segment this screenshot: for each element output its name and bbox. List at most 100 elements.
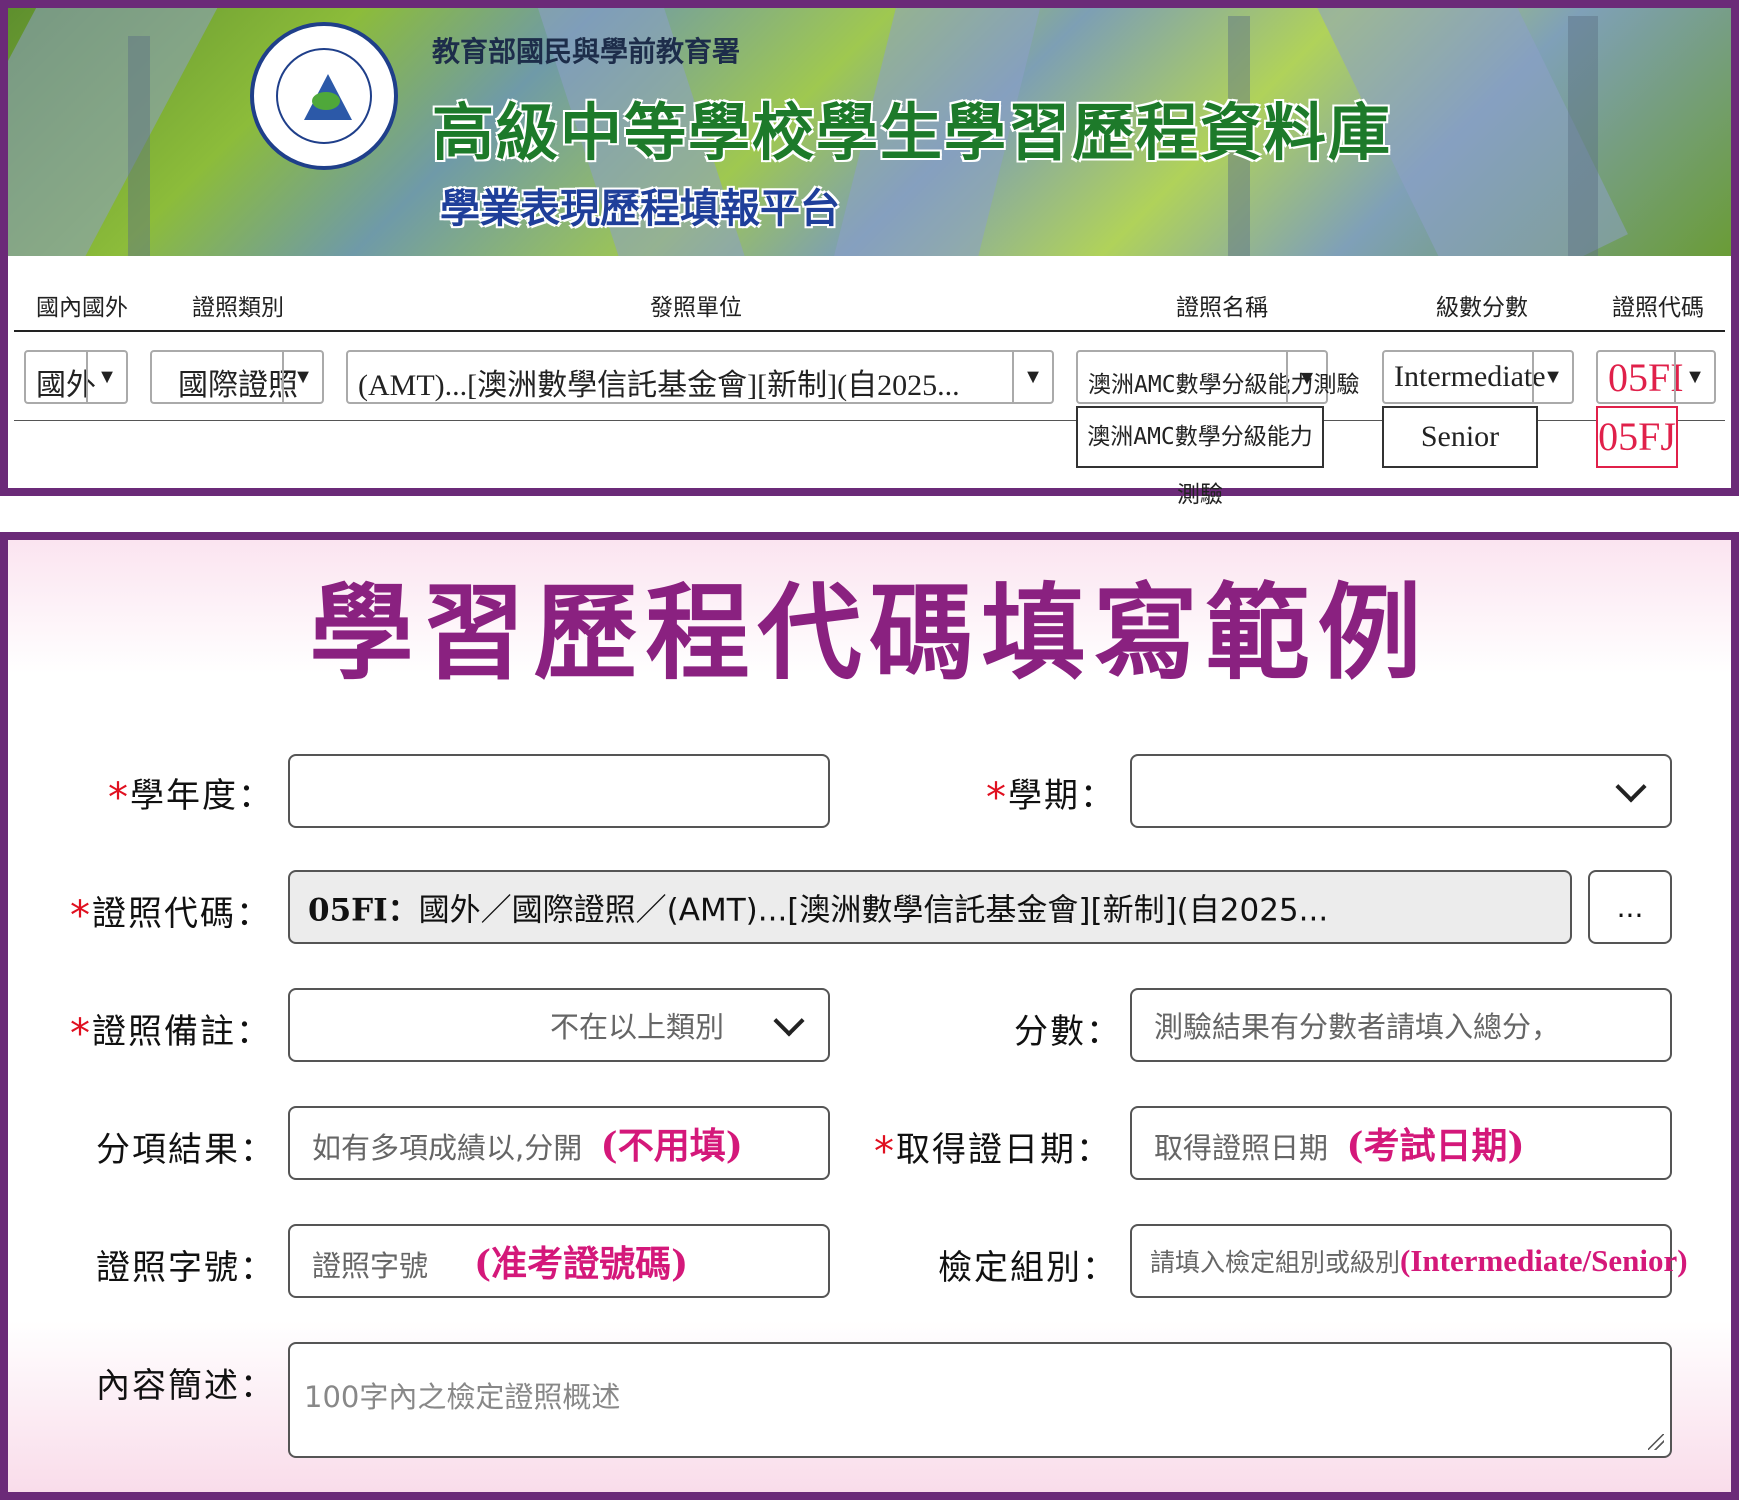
sub-result-placeholder-text: 如有多項成績以,分開 [312, 1131, 583, 1165]
date-placeholder: 取得證照日期 (考試日期) [1154, 1117, 1525, 1169]
date-note: (考試日期) [1346, 1125, 1525, 1167]
cert-note-label: *證照備註： [70, 1004, 272, 1057]
test-group-input[interactable]: 請填入檢定組別或級別(Intermediate/Senior) [1130, 1224, 1688, 1298]
test-group-label-text: 檢定組別 [938, 1248, 1082, 1288]
category-select[interactable]: 國際證照 ▼ [150, 350, 324, 404]
label-colon: ： [1080, 776, 1116, 816]
platform-title: 學業表現歷程填報平台 [440, 185, 840, 232]
label-colon: ： [1076, 1130, 1112, 1170]
description-label-text: 內容簡述 [96, 1366, 240, 1406]
required-mark: * [874, 1129, 896, 1175]
header-divider [14, 330, 1725, 332]
dropdown-arrow-icon: ▼ [1012, 352, 1052, 402]
org-name: 教育部國民與學前教育署 [432, 35, 741, 68]
chevron-down-icon [1615, 771, 1647, 803]
header-cert-name: 證照名稱 [1176, 295, 1268, 321]
cert-code-field[interactable]: 05FI：國外／國際證照／(AMT)...[澳洲數學信託基金會][新制](自20… [288, 870, 1572, 944]
score-label: 分數： [1014, 1004, 1122, 1053]
cert-name-select[interactable]: 澳洲AMC數學分級能力測驗 ▼ [1076, 350, 1360, 404]
cert-code-label-text: 證照代碼 [92, 894, 236, 934]
date-label-text: 取得證日期 [896, 1130, 1076, 1170]
label-colon: ： [240, 1366, 276, 1406]
dropdown-arrow-icon: ▼ [1532, 352, 1572, 402]
required-mark: * [986, 775, 1008, 821]
label-colon: ： [236, 894, 272, 934]
label-colon: ： [236, 1012, 272, 1052]
resize-handle-icon[interactable] [1648, 1434, 1664, 1450]
cert-number-input[interactable]: 證照字號 (准考證號碼) [288, 1224, 830, 1298]
header-domestic: 國內國外 [36, 295, 128, 321]
test-group-note: (Intermediate/Senior) [1400, 1243, 1688, 1278]
cert-note-label-text: 證照備註 [92, 1012, 236, 1052]
cert-code-label: *證照代碼： [70, 886, 272, 939]
year-label: *學年度： [108, 768, 274, 821]
dropdown-arrow-icon: ▼ [1674, 352, 1714, 402]
domestic-select[interactable]: 國外 ▼ [24, 350, 128, 404]
sub-result-label-text: 分項結果 [96, 1130, 240, 1170]
seal-sprout-icon [312, 92, 340, 110]
dropdown-arrow-icon: ▼ [282, 352, 322, 402]
light-ray [8, 8, 219, 256]
cert-number-placeholder: 證照字號 (准考證號碼) [312, 1235, 688, 1287]
test-group-placeholder: 請填入檢定組別或級別(Intermediate/Senior) [1150, 1243, 1688, 1279]
ministry-seal-logo [250, 22, 398, 170]
score-placeholder: 測驗結果有分數者請填入總分， [1154, 1010, 1561, 1044]
date-label: *取得證日期： [874, 1122, 1112, 1175]
score-label-text: 分數 [1014, 1012, 1086, 1052]
cert-code-path: 國外／國際證照／(AMT)...[澳洲數學信託基金會][新制](自2025... [418, 892, 1329, 929]
cert-note-value: 不在以上類別 [550, 1010, 725, 1044]
level-select[interactable]: Intermediate ▼ [1382, 350, 1574, 404]
level-select-value: Intermediate [1394, 360, 1546, 393]
semester-label-text: 學期 [1008, 776, 1080, 816]
label-colon: ： [1082, 1248, 1118, 1288]
label-colon: ： [240, 1248, 276, 1288]
dropdown-arrow-icon: ▼ [1286, 352, 1326, 402]
cert-note-select[interactable]: 不在以上類別 [288, 988, 830, 1062]
level-option-senior[interactable]: Senior [1382, 406, 1538, 468]
label-colon: ： [240, 1130, 276, 1170]
category-select-value: 國際證照 [178, 369, 298, 402]
semester-label: *學期： [986, 768, 1116, 821]
tree-trunk [128, 36, 150, 256]
issuer-select[interactable]: (AMT)...[澳洲數學信託基金會][新制](自2025... ▼ [346, 350, 1054, 404]
code-select[interactable]: 05FI ▼ [1596, 350, 1716, 404]
description-placeholder: 100字內之檢定證照概述 [304, 1380, 621, 1414]
required-mark: * [70, 1011, 92, 1057]
tree-trunk [1568, 16, 1598, 256]
test-group-placeholder-text: 請填入檢定組別或級別 [1150, 1248, 1401, 1277]
database-title: 高級中等學校學生學習歷程資料庫 [432, 96, 1393, 169]
seal-ring [276, 48, 372, 144]
date-placeholder-text: 取得證照日期 [1154, 1131, 1329, 1165]
score-input[interactable]: 測驗結果有分數者請填入總分， [1130, 988, 1672, 1062]
sub-result-input[interactable]: 如有多項成績以,分開 (不用填) [288, 1106, 830, 1180]
label-colon: ： [238, 776, 274, 816]
cert-code-browse-button[interactable]: ... [1588, 870, 1672, 944]
form-example-title: 學習歷程代碼填寫範例 [309, 571, 1430, 694]
cert-code-value: 05FI：國外／國際證照／(AMT)...[澳洲數學信託基金會][新制](自20… [308, 885, 1328, 930]
description-label: 內容簡述： [96, 1358, 276, 1407]
sub-result-label: 分項結果： [96, 1122, 276, 1171]
label-colon: ： [1086, 1012, 1122, 1052]
dropdown-arrow-icon: ▼ [86, 352, 126, 402]
code-option-05fj[interactable]: 05FJ [1596, 406, 1678, 468]
description-textarea[interactable]: 100字內之檢定證照概述 [288, 1342, 1672, 1458]
sub-result-placeholder: 如有多項成績以,分開 (不用填) [312, 1117, 743, 1169]
header-category: 證照類別 [192, 295, 284, 321]
code-select-value: 05FI [1608, 355, 1684, 400]
header-code: 證照代碼 [1612, 295, 1704, 321]
year-label-text: 學年度 [130, 776, 238, 816]
issuer-select-value: (AMT)...[澳洲數學信託基金會][新制](自2025... [358, 369, 960, 402]
year-input[interactable] [288, 754, 830, 828]
header-level: 級數分數 [1436, 295, 1528, 321]
cert-name-option[interactable]: 澳洲AMC數學分級能力測驗 [1076, 406, 1324, 508]
cert-number-label: 證照字號： [96, 1240, 276, 1289]
cert-code-id: 05FI： [308, 892, 419, 929]
required-mark: * [70, 893, 92, 939]
chevron-down-icon [773, 1005, 805, 1037]
header-issuer: 發照單位 [650, 295, 742, 321]
required-mark: * [108, 775, 130, 821]
test-group-label: 檢定組別： [938, 1240, 1118, 1289]
date-input[interactable]: 取得證照日期 (考試日期) [1130, 1106, 1672, 1180]
semester-select[interactable] [1130, 754, 1672, 828]
cert-number-label-text: 證照字號 [96, 1248, 240, 1288]
